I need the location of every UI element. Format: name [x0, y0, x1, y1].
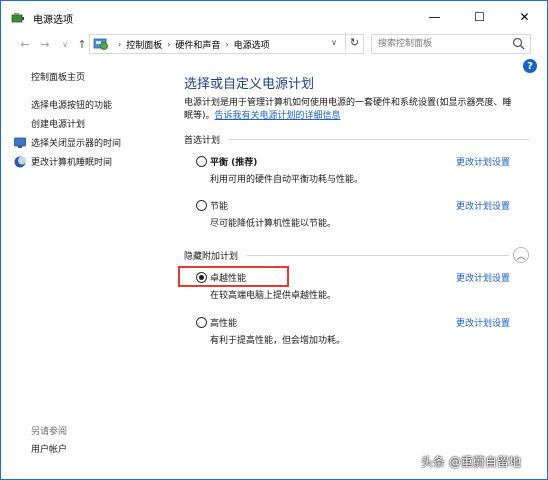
plan-balanced-change-link[interactable]: 更改计划设置: [456, 155, 510, 168]
breadcrumb-separator: ›: [118, 39, 122, 49]
address-dropdown-button[interactable]: ∨: [326, 34, 342, 50]
selection-highlight-box: [178, 266, 289, 287]
page-title: 选择或自定义电源计划: [184, 77, 315, 92]
search-box: [371, 34, 531, 54]
maximize-button[interactable]: ☐: [457, 1, 502, 33]
close-icon: ✕: [519, 10, 530, 24]
plan-ultimate-performance-change-link[interactable]: 更改计划设置: [456, 271, 510, 284]
close-button[interactable]: ✕: [502, 1, 547, 33]
chevron-down-icon: ∨: [62, 39, 68, 49]
power-options-icon: [11, 13, 24, 23]
plan-high-performance-desc: 有利于提高性能，但会增加功耗。: [210, 336, 346, 346]
forward-button[interactable]: →: [37, 33, 53, 55]
chevron-up-icon: ︿: [516, 251, 526, 262]
refresh-button[interactable]: ↻: [345, 33, 363, 51]
plan-high-performance-name: 高性能: [210, 319, 238, 329]
breadcrumb-hardware-sound[interactable]: 硬件和声音: [175, 38, 220, 51]
sidebar-display-off-time[interactable]: 选择关闭显示器的时间: [31, 136, 121, 149]
description-text-cont: 眠等)。: [184, 111, 215, 121]
breadcrumb-power-options[interactable]: 电源选项: [234, 38, 270, 51]
section-divider: [229, 139, 529, 140]
sidebar-user-accounts[interactable]: 用户帐户: [31, 442, 67, 455]
breadcrumb-separator: ›: [225, 39, 229, 49]
address-bar: ← → ∨ ↑ › 控制面板 › 硬件和声音 › 电源选项 ∨ ↻: [1, 33, 547, 55]
description-text: 电源计划是用于管理计算机如何使用电源的一套硬件和系统设置(如显示器亮度、睡: [184, 98, 512, 108]
plan-high-performance-radio[interactable]: [196, 317, 207, 328]
page-description: 电源计划是用于管理计算机如何使用电源的一套硬件和系统设置(如显示器亮度、睡 眠等…: [184, 97, 529, 123]
collapse-hidden-plans-button[interactable]: ︿: [513, 247, 529, 263]
plan-balanced-radio[interactable]: [196, 156, 207, 167]
up-button[interactable]: ↑: [74, 33, 90, 55]
plan-power-saver-change-link[interactable]: 更改计划设置: [456, 199, 510, 212]
minimize-button[interactable]: —: [412, 1, 457, 33]
section-divider: [247, 255, 509, 256]
sidebar: 控制面板主页 选择电源按钮的功能 创建电源计划 选择关闭显示器的时间 更改计算机…: [1, 55, 166, 479]
title-bar: 电源选项 — ☐ ✕: [1, 1, 547, 33]
plan-ultimate-performance-desc: 在较高端电脑上提供卓越性能。: [210, 291, 337, 301]
window-title: 电源选项: [33, 15, 73, 26]
see-also-label: 另请参阅: [31, 427, 68, 437]
monitor-icon: [14, 137, 26, 148]
arrow-left-icon: ←: [20, 37, 30, 51]
breadcrumb-separator: ›: [167, 39, 171, 49]
help-icon: ?: [527, 60, 533, 72]
recent-locations-button[interactable]: ∨: [57, 33, 73, 55]
plan-balanced-desc: 利用可用的硬件自动平衡功耗与性能。: [210, 175, 364, 185]
back-button[interactable]: ←: [17, 33, 33, 55]
breadcrumb[interactable]: › 控制面板 › 硬件和声音 › 电源选项: [89, 34, 364, 54]
sidebar-create-power-plan[interactable]: 创建电源计划: [31, 117, 85, 130]
refresh-icon: ↻: [349, 35, 360, 49]
power-options-window: 电源选项 — ☐ ✕ ← → ∨ ↑ › 控制面板 › 硬件和声音 › 电源选项…: [0, 0, 548, 480]
moon-icon: [14, 156, 26, 168]
plan-balanced-name: 平衡 (推荐): [210, 158, 258, 168]
hidden-plans-header: 隐藏附加计划: [184, 252, 239, 262]
chevron-down-icon: ∨: [331, 37, 337, 47]
preferred-plans-header: 首选计划: [184, 136, 221, 146]
plan-power-saver-name: 节能: [210, 202, 229, 212]
maximize-icon: ☐: [474, 10, 485, 24]
breadcrumb-control-panel[interactable]: 控制面板: [126, 38, 162, 51]
sidebar-choose-power-buttons[interactable]: 选择电源按钮的功能: [31, 98, 112, 111]
plan-power-saver-desc: 尽可能降低计算机性能以节能。: [210, 219, 337, 229]
minimize-icon: —: [428, 10, 441, 24]
watermark-text: 头条 @重蔚自留地: [421, 455, 521, 469]
arrow-right-icon: →: [40, 37, 50, 51]
sidebar-control-panel-home[interactable]: 控制面板主页: [31, 70, 85, 83]
sidebar-sleep-time[interactable]: 更改计算机睡眠时间: [31, 155, 112, 168]
plan-power-saver-radio[interactable]: [196, 200, 207, 211]
help-button[interactable]: ?: [523, 59, 537, 73]
search-input[interactable]: [372, 35, 507, 53]
search-icon[interactable]: [512, 37, 525, 50]
arrow-up-icon: ↑: [77, 37, 87, 51]
control-panel-icon: [93, 38, 108, 50]
learn-more-link[interactable]: 告诉我有关电源计划的详细信息: [215, 111, 341, 121]
plan-high-performance-change-link[interactable]: 更改计划设置: [456, 316, 510, 329]
